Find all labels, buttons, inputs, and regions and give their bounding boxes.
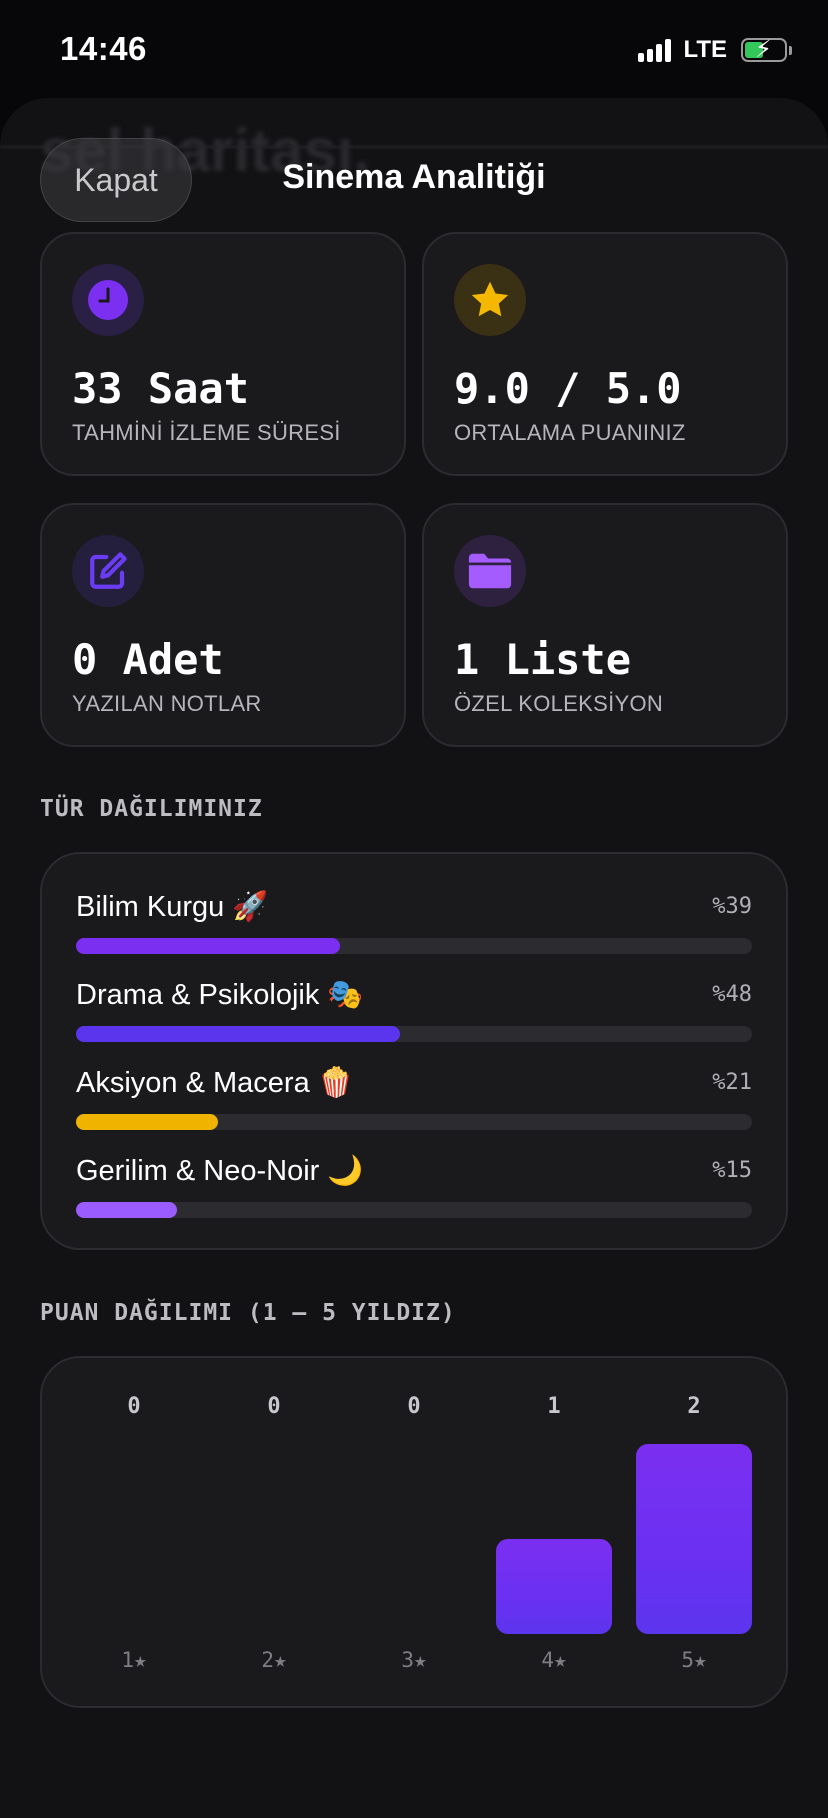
genre-bar-fill: [76, 1202, 178, 1218]
bar-category-label: 5★: [681, 1648, 707, 1672]
genre-percent: %39: [712, 894, 752, 919]
sheet-title: Sinema Analitiği: [282, 158, 546, 196]
bar-category-label: 2★: [261, 1648, 287, 1672]
folder-icon: [454, 535, 526, 607]
bar-category-label: 3★: [401, 1648, 427, 1672]
stat-value: 0 Adet: [72, 635, 224, 684]
genre-bar-track: [76, 1202, 752, 1218]
stat-card-collections: 1 Liste ÖZEL KOLEKSİYON: [422, 503, 788, 747]
genre-percent: %48: [712, 982, 752, 1007]
stat-value: 1 Liste: [454, 635, 632, 684]
stat-value: 9.0 / 5.0: [454, 364, 682, 413]
battery-tip: [789, 45, 792, 55]
genre-name: Gerilim & Neo-Noir 🌙: [76, 1155, 364, 1187]
genre-percent: %21: [712, 1070, 752, 1095]
genre-row: Drama & Psikolojik 🎭 %48: [76, 978, 752, 1048]
genre-bar-track: [76, 938, 752, 954]
stat-label: ORTALAMA PUANINIZ: [454, 420, 686, 445]
rating-bar: [496, 1539, 612, 1634]
clock-icon: [72, 264, 144, 336]
stat-card-watch-time: 33 Saat TAHMİNİ İZLEME SÜRESİ: [40, 232, 406, 476]
genre-distribution-card: Bilim Kurgu 🚀 %39 Drama & Psikolojik 🎭 %…: [40, 852, 788, 1250]
genre-name: Drama & Psikolojik 🎭: [76, 979, 364, 1011]
rating-distribution-chart: 0 1★ 0 2★ 0 3★ 1 4★ 2 5★: [40, 1356, 788, 1708]
stat-card-average-rating: 9.0 / 5.0 ORTALAMA PUANINIZ: [422, 232, 788, 476]
stat-label: TAHMİNİ İZLEME SÜRESİ: [72, 420, 341, 445]
bar-count-label: 0: [127, 1394, 141, 1419]
signal-icon: [638, 38, 672, 62]
status-bar: 14:46 LTE ⚡: [0, 0, 828, 100]
genre-bar-fill: [76, 1114, 218, 1130]
status-indicators: LTE ⚡: [638, 36, 792, 64]
bar-count-label: 2: [687, 1394, 701, 1419]
network-label: LTE: [683, 36, 727, 63]
genre-row: Bilim Kurgu 🚀 %39: [76, 890, 752, 960]
genre-percent: %15: [712, 1158, 752, 1183]
genre-name: Bilim Kurgu 🚀: [76, 891, 269, 923]
stat-card-notes: 0 Adet YAZILAN NOTLAR: [40, 503, 406, 747]
edit-icon: [72, 535, 144, 607]
bar-category-label: 1★: [121, 1648, 147, 1672]
bar-count-label: 0: [267, 1394, 281, 1419]
rating-section-title: PUAN DAĞILIMI (1 – 5 YILDIZ): [40, 1300, 456, 1326]
genre-row: Gerilim & Neo-Noir 🌙 %15: [76, 1154, 752, 1224]
bar-count-label: 0: [407, 1394, 421, 1419]
genre-name: Aksiyon & Macera 🍿: [76, 1067, 354, 1099]
status-time: 14:46: [60, 30, 147, 67]
genre-bar-track: [76, 1114, 752, 1130]
star-icon: [454, 264, 526, 336]
bar-count-label: 1: [547, 1394, 561, 1419]
genre-section-title: TÜR DAĞILIMINIZ: [40, 796, 263, 822]
battery-icon: ⚡: [741, 37, 787, 63]
genre-row: Aksiyon & Macera 🍿 %21: [76, 1066, 752, 1136]
genre-bar-fill: [76, 938, 340, 954]
rating-bar: [636, 1444, 752, 1634]
stat-label: YAZILAN NOTLAR: [72, 691, 262, 716]
bar-category-label: 4★: [541, 1648, 567, 1672]
genre-bar-track: [76, 1026, 752, 1042]
stat-label: ÖZEL KOLEKSİYON: [454, 691, 664, 716]
genre-bar-fill: [76, 1026, 401, 1042]
stat-value: 33 Saat: [72, 364, 250, 413]
